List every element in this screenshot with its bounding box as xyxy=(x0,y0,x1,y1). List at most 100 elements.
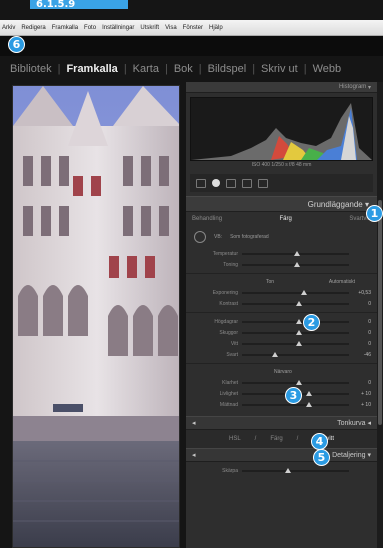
tab-color[interactable]: Färg xyxy=(270,436,282,442)
eyedropper-icon[interactable] xyxy=(194,231,206,243)
tab-behandling[interactable]: Behandling xyxy=(192,216,222,222)
slider-value: +0,53 xyxy=(358,289,371,296)
slider-temperature[interactable]: Temperatur xyxy=(186,248,377,259)
slider-knob[interactable] xyxy=(284,467,291,473)
adjustment-brush-icon[interactable] xyxy=(258,178,268,188)
slider-kontrast[interactable]: Kontrast 0 xyxy=(186,298,377,309)
slider-knob[interactable] xyxy=(295,300,302,306)
slider-track[interactable] xyxy=(242,261,349,267)
tone-curve-panel-header[interactable]: ◂ Tonkurva ◂ xyxy=(186,416,377,430)
crop-tool-icon[interactable] xyxy=(196,178,206,188)
slider-track[interactable] xyxy=(242,379,349,385)
slider-knob[interactable] xyxy=(295,340,302,346)
tab-separator: / xyxy=(254,436,257,442)
slider-knob[interactable] xyxy=(295,379,302,385)
slider-exponering[interactable]: Exponering +0,53 xyxy=(186,287,377,298)
menu-item-framkalla[interactable]: Framkalla xyxy=(52,25,78,31)
module-framkalla[interactable]: Framkalla xyxy=(60,63,123,75)
slider-value: 0 xyxy=(368,300,371,307)
callout-5: 5 xyxy=(313,449,330,466)
slider-value: -46 xyxy=(363,351,371,358)
basic-panel-header[interactable]: Grundläggande ▾ xyxy=(186,196,377,212)
slider-svart[interactable]: Svart -46 xyxy=(186,349,377,360)
detail-panel-header[interactable]: ◂ Detaljering ▾ xyxy=(186,448,377,462)
photo-preview[interactable] xyxy=(12,85,180,548)
slider-knob[interactable] xyxy=(306,401,313,407)
callout-2: 2 xyxy=(303,314,320,331)
slider-m-ttnad[interactable]: Mättnad + 10 xyxy=(186,399,377,410)
menu-item-hjalp[interactable]: Hjälp xyxy=(209,25,223,31)
slider-track[interactable] xyxy=(242,289,349,295)
tone-sliders: Exponering +0,53 Kontrast 0 xyxy=(186,287,377,309)
version-badge: 6.1.5.9 xyxy=(30,0,128,9)
histogram-header[interactable]: Histogram ▾ xyxy=(186,82,377,93)
module-bibliotek[interactable]: Bibliotek xyxy=(4,63,58,75)
expand-arrow-icon: ◂ xyxy=(192,420,196,427)
slider-knob[interactable] xyxy=(295,329,302,335)
tab-farg[interactable]: Färg xyxy=(280,216,292,222)
menu-item-fonster[interactable]: Fönster xyxy=(183,25,203,31)
histogram-title: Histogram xyxy=(338,84,367,90)
slider-track[interactable] xyxy=(242,300,349,306)
basic-panel-title: Grundläggande xyxy=(307,199,363,209)
slider-label: Skuggor xyxy=(219,329,238,336)
slider-label: Exponering xyxy=(212,289,238,296)
slider-tint[interactable]: Toning xyxy=(186,259,377,270)
highlight-sliders: Högdagrar 0 Skuggor 0 Vitt 0 Svart -46 xyxy=(186,316,377,360)
menu-item-redigera[interactable]: Redigera xyxy=(21,25,45,31)
module-webb[interactable]: Webb xyxy=(307,63,348,75)
slider-knob[interactable] xyxy=(295,318,302,324)
slider-label: Högdagrar xyxy=(214,318,238,325)
menu-item-utskrift[interactable]: Utskrift xyxy=(140,25,159,31)
slider-skuggor[interactable]: Skuggor 0 xyxy=(186,327,377,338)
slider-track[interactable] xyxy=(242,340,349,346)
slider-knob[interactable] xyxy=(300,289,307,295)
menu-item-foto[interactable]: Foto xyxy=(84,25,96,31)
menu-item-installningar[interactable]: Inställningar xyxy=(102,25,134,31)
panel-scrollbar[interactable] xyxy=(378,200,382,425)
tab-hsl[interactable]: HSL xyxy=(229,436,241,442)
slider-knob[interactable] xyxy=(271,351,278,357)
auto-button[interactable]: Automatiskt xyxy=(329,279,355,285)
module-skriv-ut[interactable]: Skriv ut xyxy=(255,63,304,75)
graduated-filter-icon[interactable] xyxy=(242,178,252,188)
wb-label: VB: xyxy=(214,234,223,240)
red-eye-icon[interactable] xyxy=(226,178,236,188)
tone-label: Ton xyxy=(266,279,275,285)
slider-track[interactable] xyxy=(242,250,349,256)
presence-subheader: Närvaro xyxy=(186,367,377,377)
slider-track[interactable] xyxy=(242,467,349,473)
slider-livlighet[interactable]: Livlighet + 10 xyxy=(186,388,377,399)
slider-knob[interactable] xyxy=(294,261,301,267)
slider-track[interactable] xyxy=(242,318,349,324)
divider xyxy=(186,363,377,364)
wb-value[interactable]: Som fotograferad xyxy=(230,234,269,240)
spot-removal-icon[interactable] xyxy=(212,179,220,187)
slider-vitt[interactable]: Vitt 0 xyxy=(186,338,377,349)
module-bok[interactable]: Bok xyxy=(168,63,199,75)
slider-label: Kontrast xyxy=(219,300,238,307)
slider-label: Svart xyxy=(226,351,238,358)
callout-6: 6 xyxy=(8,36,25,53)
histogram[interactable] xyxy=(190,97,373,161)
slider-klarhet[interactable]: Klarhet 0 xyxy=(186,377,377,388)
slider-label: Klarhet xyxy=(222,379,238,386)
slider-value: 0 xyxy=(368,340,371,347)
slider-knob[interactable] xyxy=(306,390,313,396)
menu-item-visa[interactable]: Visa xyxy=(165,25,177,31)
slider-label: Skärpa xyxy=(222,467,238,474)
identity-plate xyxy=(0,36,383,56)
slider-label: Temperatur xyxy=(212,250,238,257)
module-bildspel[interactable]: Bildspel xyxy=(202,63,253,75)
slider-track[interactable] xyxy=(242,401,349,407)
slider-sharpening[interactable]: Skärpa xyxy=(186,465,377,476)
slider-h-gdagrar[interactable]: Högdagrar 0 xyxy=(186,316,377,327)
slider-knob[interactable] xyxy=(294,250,301,256)
slider-track[interactable] xyxy=(242,351,349,357)
slider-value: + 10 xyxy=(361,401,371,408)
slider-track[interactable] xyxy=(242,329,349,335)
menu-item-arkiv[interactable]: Arkiv xyxy=(2,25,15,31)
module-karta[interactable]: Karta xyxy=(127,63,165,75)
histogram-graph xyxy=(191,103,372,160)
photo-image xyxy=(13,86,179,547)
